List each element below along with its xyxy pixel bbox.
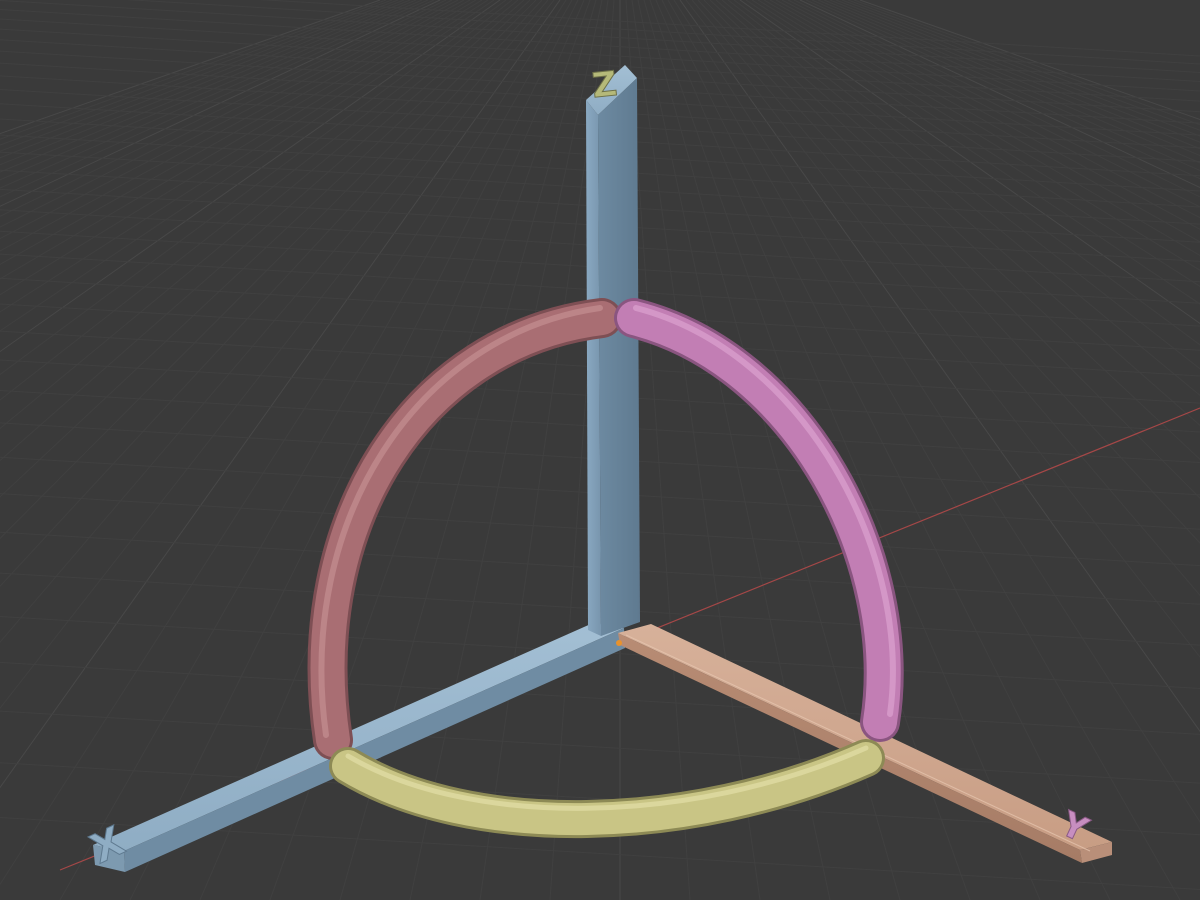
scene[interactable]: Z X Y xyxy=(0,0,1200,900)
z-axis-label: Z xyxy=(590,64,619,106)
origin-point[interactable] xyxy=(616,640,622,646)
z-beam-side xyxy=(598,78,640,636)
3d-viewport[interactable]: Z X Y xyxy=(0,0,1200,900)
z-beam[interactable] xyxy=(586,65,640,636)
